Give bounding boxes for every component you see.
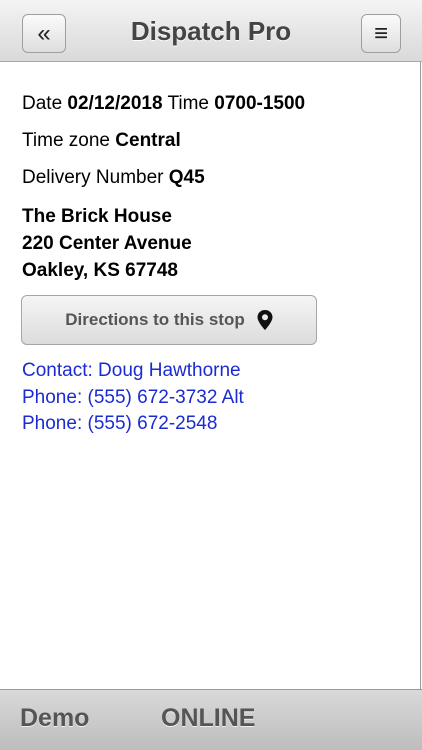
phone-alt-link[interactable]: Phone: (555) 672-3732 Alt [22, 385, 244, 412]
contact-name-link[interactable]: Contact: Doug Hawthorne [22, 358, 244, 385]
bottom-bar: Demo ONLINE [0, 689, 422, 750]
map-pin-icon [257, 310, 273, 330]
delivery-number-value: Q45 [168, 167, 205, 188]
timezone-row: Time zone Central [22, 129, 181, 153]
back-button[interactable]: « [22, 14, 66, 53]
double-chevron-left-icon: « [37, 19, 51, 47]
time-value: 0700-1500 [214, 93, 306, 114]
mode-indicator: Demo [20, 704, 90, 732]
address-name: The Brick House [22, 206, 172, 227]
date-label: Date [22, 93, 63, 114]
hamburger-menu-icon: ≡ [373, 19, 388, 47]
contact-info: Contact: Doug Hawthorne Phone: (555) 672… [22, 358, 244, 438]
phone-link[interactable]: Phone: (555) 672-2548 [22, 411, 244, 438]
page-title: Dispatch Pro [130, 15, 292, 46]
delivery-number-row: Delivery Number Q45 [22, 166, 205, 190]
directions-button[interactable]: Directions to this stop [21, 295, 317, 345]
address-city: Oakley, KS 67748 [22, 260, 178, 281]
stop-details: Date 02/12/2018 Time 0700-1500 Time zone… [0, 62, 421, 689]
menu-button[interactable]: ≡ [361, 14, 401, 53]
top-bar: « Dispatch Pro ≡ [0, 0, 422, 62]
timezone-value: Central [115, 130, 181, 151]
timezone-label: Time zone [22, 130, 110, 151]
date-time-row: Date 02/12/2018 Time 0700-1500 [22, 92, 305, 116]
address-street: 220 Center Avenue [22, 233, 192, 254]
date-value: 02/12/2018 [67, 93, 163, 114]
time-label: Time [167, 93, 209, 114]
connection-status: ONLINE [161, 704, 256, 732]
delivery-address: The Brick House 220 Center Avenue Oakley… [22, 203, 192, 284]
delivery-number-label: Delivery Number [22, 167, 164, 188]
directions-button-label: Directions to this stop [65, 310, 245, 329]
